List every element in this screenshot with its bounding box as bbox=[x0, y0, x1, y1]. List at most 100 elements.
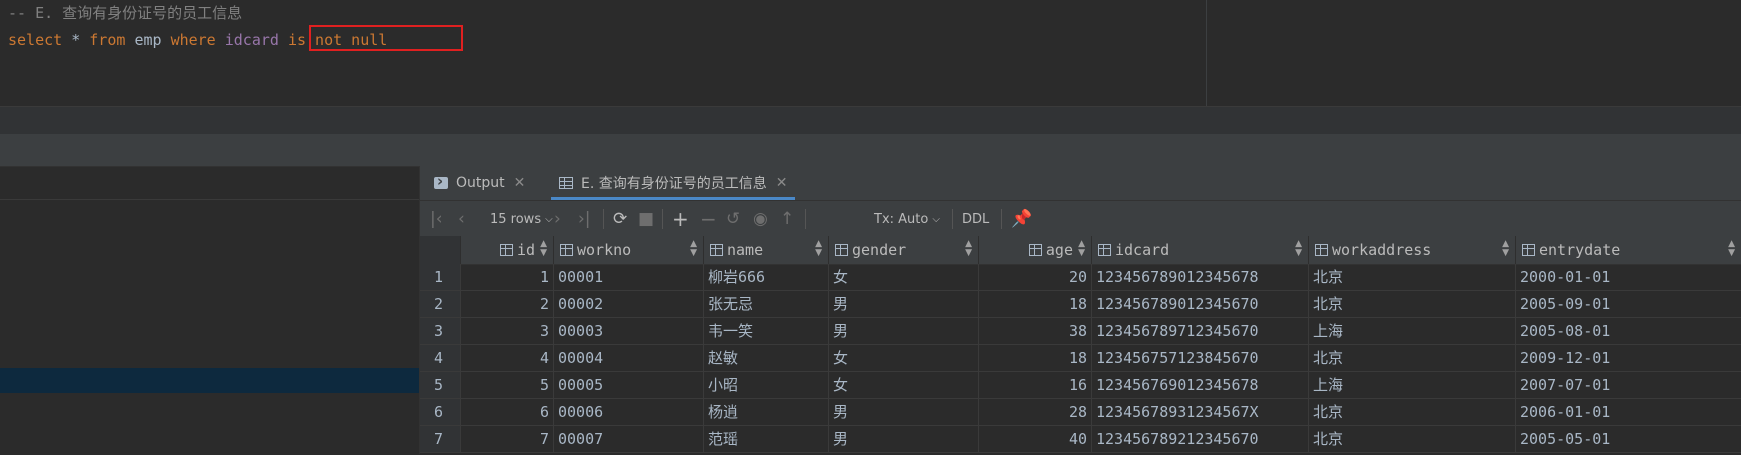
cell-gender[interactable]: 女 bbox=[829, 345, 979, 371]
cell-workno[interactable]: 00004 bbox=[554, 345, 704, 371]
cell-entrydate[interactable]: 2005-08-01 bbox=[1516, 318, 1741, 344]
tab-output[interactable]: Output ✕ bbox=[434, 166, 525, 200]
cell-gender[interactable]: 女 bbox=[829, 264, 979, 290]
column-header-gender[interactable]: gender ▲ ▼ bbox=[829, 236, 979, 264]
cell-gender[interactable]: 男 bbox=[829, 426, 979, 452]
cell-idcard[interactable]: 123456789012345678 bbox=[1092, 264, 1309, 290]
sort-icon[interactable]: ▲ ▼ bbox=[1728, 240, 1735, 258]
cell-workno[interactable]: 00003 bbox=[554, 318, 704, 344]
cell-idcard[interactable]: 123456789212345670 bbox=[1092, 426, 1309, 452]
sort-icon[interactable]: ▲ ▼ bbox=[965, 240, 972, 258]
column-header-workno[interactable]: workno ▲ ▼ bbox=[554, 236, 704, 264]
cell-entrydate[interactable]: 2006-01-01 bbox=[1516, 399, 1741, 425]
first-page-icon[interactable]: |‹ bbox=[430, 201, 443, 237]
table-row[interactable]: 5 5 00005 小昭女 16 123456769012345678 上海 2007-07-… bbox=[420, 372, 1741, 399]
pin-icon[interactable]: 📌 bbox=[1011, 201, 1032, 237]
cell-workaddress[interactable]: 上海 bbox=[1309, 318, 1516, 344]
next-page-icon[interactable]: › bbox=[554, 201, 561, 237]
cell-idcard[interactable]: 123456789012345670 bbox=[1092, 291, 1309, 317]
close-icon[interactable]: ✕ bbox=[776, 175, 788, 191]
cell-name[interactable]: 张无忌 bbox=[704, 291, 829, 317]
sort-icon[interactable]: ▲ ▼ bbox=[815, 240, 822, 258]
table-row[interactable]: 4 4 00004 赵敏女 18 123456757123845670 北京 2009-12-… bbox=[420, 345, 1741, 372]
sort-icon[interactable]: ▲ ▼ bbox=[540, 240, 547, 258]
sql-editor[interactable]: -- E. 查询有身份证号的员工信息 select * from emp whe… bbox=[0, 0, 1741, 106]
table-row[interactable]: 2 2 00002 张无忌男 18 123456789012345670 北京 2005-09… bbox=[420, 291, 1741, 318]
cell-id[interactable]: 1 bbox=[461, 264, 554, 290]
cell-age[interactable]: 38 bbox=[979, 318, 1092, 344]
cell-entrydate[interactable]: 2005-09-01 bbox=[1516, 291, 1741, 317]
column-header-idcard[interactable]: idcard ▲ ▼ bbox=[1092, 236, 1309, 264]
cell-workno[interactable]: 00002 bbox=[554, 291, 704, 317]
sort-icon[interactable]: ▲ ▼ bbox=[1078, 240, 1085, 258]
cell-entrydate[interactable]: 2007-07-01 bbox=[1516, 372, 1741, 398]
sort-icon[interactable]: ▲ ▼ bbox=[1502, 240, 1509, 258]
cell-workaddress[interactable]: 北京 bbox=[1309, 264, 1516, 290]
cell-workno[interactable]: 00007 bbox=[554, 426, 704, 452]
cell-workaddress[interactable]: 北京 bbox=[1309, 291, 1516, 317]
tx-mode-dropdown[interactable]: Tx: Auto ⌵ bbox=[874, 201, 940, 237]
ddl-button[interactable]: DDL bbox=[962, 201, 989, 237]
cell-workaddress[interactable]: 上海 bbox=[1309, 372, 1516, 398]
cell-age[interactable]: 20 bbox=[979, 264, 1092, 290]
cell-name[interactable]: 小昭 bbox=[704, 372, 829, 398]
cell-age[interactable]: 16 bbox=[979, 372, 1092, 398]
revert-icon[interactable]: ↺ bbox=[726, 201, 740, 237]
cell-workno[interactable]: 00006 bbox=[554, 399, 704, 425]
add-row-icon[interactable]: + bbox=[672, 201, 689, 237]
cell-workaddress[interactable]: 北京 bbox=[1309, 345, 1516, 371]
cell-name[interactable]: 柳岩666 bbox=[704, 264, 829, 290]
cell-name[interactable]: 杨逍 bbox=[704, 399, 829, 425]
cell-workaddress[interactable]: 北京 bbox=[1309, 399, 1516, 425]
selected-tree-row[interactable] bbox=[0, 368, 419, 393]
table-row[interactable]: 6 6 00006 杨逍男 28 12345678931234567X 北京 2006-01-… bbox=[420, 399, 1741, 426]
column-header-workaddress[interactable]: workaddress ▲ ▼ bbox=[1309, 236, 1516, 264]
table-row[interactable]: 7 7 00007 范瑶男 40 123456789212345670 北京 2005-05-… bbox=[420, 426, 1741, 453]
submit-icon[interactable]: ↑ bbox=[780, 201, 794, 237]
cell-workno[interactable]: 00005 bbox=[554, 372, 704, 398]
table-row[interactable]: 3 3 00003 韦一笑男 38 123456789712345670 上海 2005-08… bbox=[420, 318, 1741, 345]
cell-age[interactable]: 40 bbox=[979, 426, 1092, 452]
cell-entrydate[interactable]: 2005-05-01 bbox=[1516, 426, 1741, 452]
cell-id[interactable]: 4 bbox=[461, 345, 554, 371]
cell-gender[interactable]: 男 bbox=[829, 399, 979, 425]
tab-query-result[interactable]: E. 查询有身份证号的员工信息 ✕ bbox=[551, 166, 796, 200]
cell-workaddress[interactable]: 北京 bbox=[1309, 426, 1516, 452]
column-header-name[interactable]: name ▲ ▼ bbox=[704, 236, 829, 264]
cell-entrydate[interactable]: 2009-12-01 bbox=[1516, 345, 1741, 371]
cell-name[interactable]: 范瑶 bbox=[704, 426, 829, 452]
rows-count-dropdown[interactable]: 15 rows ⌵ bbox=[490, 201, 553, 237]
table-row[interactable]: 1 1 00001 柳岩666 女 20 123456789012345678 北京 2000-… bbox=[420, 264, 1741, 291]
sort-icon[interactable]: ▲ ▼ bbox=[690, 240, 697, 258]
last-page-icon[interactable]: ›| bbox=[578, 201, 591, 237]
sort-icon[interactable]: ▲ ▼ bbox=[1295, 240, 1302, 258]
cell-idcard[interactable]: 123456769012345678 bbox=[1092, 372, 1309, 398]
stop-icon[interactable]: ■ bbox=[638, 201, 654, 237]
cell-age[interactable]: 28 bbox=[979, 399, 1092, 425]
column-header-age[interactable]: age ▲ ▼ bbox=[979, 236, 1092, 264]
cell-workno[interactable]: 00001 bbox=[554, 264, 704, 290]
cell-gender[interactable]: 男 bbox=[829, 318, 979, 344]
refresh-icon[interactable]: ⟳ bbox=[613, 201, 627, 237]
column-header-entrydate[interactable]: entrydate ▲ ▼ bbox=[1516, 236, 1741, 264]
close-icon[interactable]: ✕ bbox=[514, 175, 526, 191]
cell-age[interactable]: 18 bbox=[979, 345, 1092, 371]
cell-idcard[interactable]: 12345678931234567X bbox=[1092, 399, 1309, 425]
cell-name[interactable]: 赵敏 bbox=[704, 345, 829, 371]
cell-idcard[interactable]: 123456757123845670 bbox=[1092, 345, 1309, 371]
cell-id[interactable]: 2 bbox=[461, 291, 554, 317]
previous-page-icon[interactable]: ‹ bbox=[458, 201, 465, 237]
column-header-id[interactable]: id ▲ ▼ bbox=[461, 236, 554, 264]
cell-id[interactable]: 6 bbox=[461, 399, 554, 425]
cell-entrydate[interactable]: 2000-01-01 bbox=[1516, 264, 1741, 290]
cell-id[interactable]: 5 bbox=[461, 372, 554, 398]
cell-idcard[interactable]: 123456789712345670 bbox=[1092, 318, 1309, 344]
delete-row-icon[interactable]: − bbox=[700, 201, 717, 237]
cell-name[interactable]: 韦一笑 bbox=[704, 318, 829, 344]
preview-changes-icon[interactable]: ◉ bbox=[753, 201, 768, 237]
cell-gender[interactable]: 女 bbox=[829, 372, 979, 398]
cell-gender[interactable]: 男 bbox=[829, 291, 979, 317]
cell-id[interactable]: 7 bbox=[461, 426, 554, 452]
cell-id[interactable]: 3 bbox=[461, 318, 554, 344]
cell-age[interactable]: 18 bbox=[979, 291, 1092, 317]
